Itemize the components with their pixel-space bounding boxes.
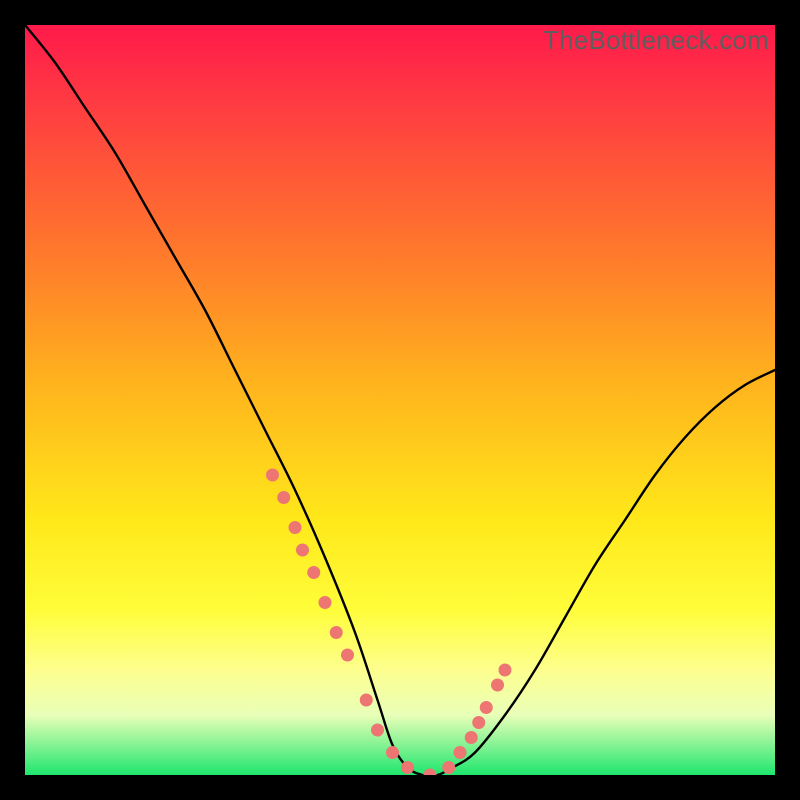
highlight-dot bbox=[289, 521, 302, 534]
highlight-dot bbox=[480, 701, 493, 714]
highlight-dot bbox=[341, 649, 354, 662]
chart-svg bbox=[25, 25, 775, 775]
chart-frame: TheBottleneck.com bbox=[25, 25, 775, 775]
highlight-dot bbox=[277, 491, 290, 504]
highlight-dot bbox=[360, 694, 373, 707]
highlight-dot bbox=[307, 566, 320, 579]
highlight-dot bbox=[371, 724, 384, 737]
watermark-text: TheBottleneck.com bbox=[543, 25, 769, 56]
highlight-dot bbox=[442, 761, 455, 774]
highlight-dot bbox=[424, 769, 437, 776]
highlight-dot bbox=[401, 761, 414, 774]
highlight-dot bbox=[472, 716, 485, 729]
highlight-dot bbox=[266, 469, 279, 482]
highlight-dot bbox=[465, 731, 478, 744]
highlight-dot bbox=[386, 746, 399, 759]
highlight-dot bbox=[491, 679, 504, 692]
highlight-dot bbox=[330, 626, 343, 639]
highlight-dot bbox=[296, 544, 309, 557]
highlight-dots-group bbox=[266, 469, 512, 776]
highlight-dot bbox=[454, 746, 467, 759]
highlight-dot bbox=[319, 596, 332, 609]
bottleneck-curve-line bbox=[25, 25, 775, 775]
highlight-dot bbox=[499, 664, 512, 677]
